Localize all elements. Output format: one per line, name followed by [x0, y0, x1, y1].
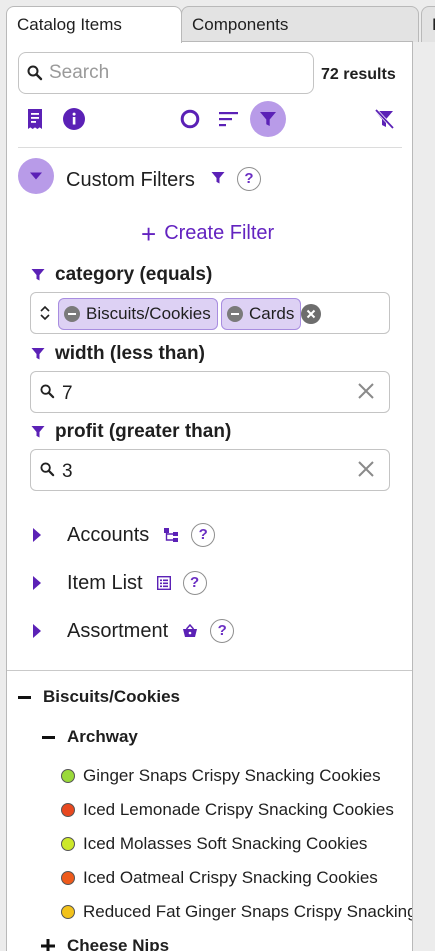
list-item[interactable]: Iced Molasses Soft Snacking Cookies: [61, 834, 367, 854]
item-label: Ginger Snaps Crispy Snacking Cookies: [83, 766, 381, 785]
sort-icon[interactable]: [218, 108, 240, 130]
plus-icon: +: [141, 218, 157, 249]
expand-icon[interactable]: [41, 939, 55, 951]
collapse-icon[interactable]: [41, 730, 55, 744]
assortment-help-icon[interactable]: ?: [210, 619, 235, 643]
category-multiselect[interactable]: Biscuits/Cookies Cards: [30, 292, 390, 334]
profit-filter-value[interactable]: 3: [62, 461, 73, 483]
section-label: Item List: [67, 571, 143, 594]
filter-icon: [31, 426, 45, 438]
item-label: Iced Molasses Soft Snacking Cookies: [83, 834, 368, 853]
remove-chip-icon[interactable]: [64, 306, 80, 322]
status-dot-icon: [61, 871, 75, 885]
results-count: 72 results: [321, 66, 396, 83]
remove-chip-icon[interactable]: [227, 306, 243, 322]
search-input[interactable]: [47, 59, 297, 87]
updown-chevron-icon[interactable]: [39, 304, 51, 327]
create-filter-label: Create Filter: [164, 222, 275, 244]
chip-label: Biscuits/Cookies: [86, 304, 211, 323]
hierarchy-icon: [163, 527, 179, 543]
basket-icon: [182, 624, 198, 638]
create-filter-button[interactable]: + Create Filter: [141, 218, 275, 249]
circle-icon[interactable]: [179, 108, 201, 130]
item-label: Iced Lemonade Crispy Snacking Cookies: [83, 800, 394, 819]
list-item[interactable]: Iced Lemonade Crispy Snacking Cookies: [61, 800, 394, 820]
item-label: Reduced Fat Ginger Snaps Crispy Snacking…: [83, 902, 413, 921]
filter-icon: [210, 169, 226, 187]
expand-arrow-icon[interactable]: [33, 624, 41, 638]
custom-filters-help-icon[interactable]: ?: [237, 167, 261, 191]
search-icon: [27, 65, 43, 86]
collapse-icon[interactable]: [17, 690, 31, 704]
clear-icon[interactable]: [357, 460, 375, 483]
section-label: Accounts: [67, 523, 150, 546]
section-item-list[interactable]: Item List ?: [33, 571, 207, 595]
list-item[interactable]: Ginger Snaps Crispy Snacking Cookies: [61, 766, 381, 786]
search-icon: [40, 384, 55, 404]
filter-icon[interactable]: [250, 101, 286, 137]
tree-divider: [7, 670, 412, 671]
tab-catalog-items[interactable]: Catalog Items: [6, 6, 182, 43]
tab-bar: Catalog Items Components P: [6, 6, 435, 43]
info-icon[interactable]: [62, 107, 86, 131]
filter-label-text: category (equals): [55, 264, 213, 285]
status-dot-icon: [61, 803, 75, 817]
section-assortment[interactable]: Assortment ?: [33, 619, 235, 643]
receipt-icon[interactable]: [23, 106, 47, 132]
filter-label-category: category (equals): [31, 264, 212, 286]
accounts-help-icon[interactable]: ?: [191, 523, 216, 547]
custom-filters-title: Custom Filters: [66, 169, 195, 191]
item-list-help-icon[interactable]: ?: [182, 571, 207, 595]
tab-components[interactable]: Components: [181, 6, 419, 42]
tree-group-biscuits-cookies[interactable]: Biscuits/Cookies: [43, 687, 180, 707]
toolbar-divider: [18, 147, 402, 148]
status-dot-icon: [61, 837, 75, 851]
expand-arrow-icon[interactable]: [33, 576, 41, 590]
tree-subgroup-archway[interactable]: Archway: [67, 727, 138, 747]
tab-partial[interactable]: P: [421, 6, 435, 42]
catalog-panel: 72 results Custom Filters ? + Create Fil…: [6, 41, 413, 951]
status-dot-icon: [61, 769, 75, 783]
list-icon: [156, 576, 171, 590]
section-label: Assortment: [67, 619, 169, 642]
item-label: Iced Oatmeal Crispy Snacking Cookies: [83, 868, 378, 887]
width-filter-value[interactable]: 7: [62, 383, 73, 405]
search-icon: [40, 462, 55, 482]
search-box[interactable]: [18, 52, 314, 94]
filter-label-text: profit (greater than): [55, 421, 232, 442]
chip-label: Cards: [249, 304, 295, 323]
chip-biscuits-cookies[interactable]: Biscuits/Cookies: [58, 298, 218, 330]
tree-group-cheese-nips[interactable]: Cheese Nips: [67, 936, 169, 951]
clear-filter-icon[interactable]: [373, 108, 395, 130]
profit-filter-input[interactable]: 3: [30, 449, 390, 491]
chip-cards[interactable]: Cards: [221, 298, 302, 330]
custom-filters-collapse-button[interactable]: [18, 158, 54, 194]
expand-arrow-icon[interactable]: [33, 528, 41, 542]
clear-chips-icon[interactable]: [301, 304, 321, 324]
list-item[interactable]: Iced Oatmeal Crispy Snacking Cookies: [61, 868, 378, 888]
clear-icon[interactable]: [357, 382, 375, 405]
filter-label-width: width (less than): [31, 343, 205, 365]
filter-icon: [31, 269, 45, 281]
width-filter-input[interactable]: 7: [30, 371, 390, 413]
list-item[interactable]: Reduced Fat Ginger Snaps Crispy Snacking…: [61, 902, 413, 922]
section-accounts[interactable]: Accounts ?: [33, 523, 216, 547]
filter-icon: [31, 348, 45, 360]
filter-label-text: width (less than): [55, 343, 205, 364]
filter-label-profit: profit (greater than): [31, 421, 231, 443]
status-dot-icon: [61, 905, 75, 919]
